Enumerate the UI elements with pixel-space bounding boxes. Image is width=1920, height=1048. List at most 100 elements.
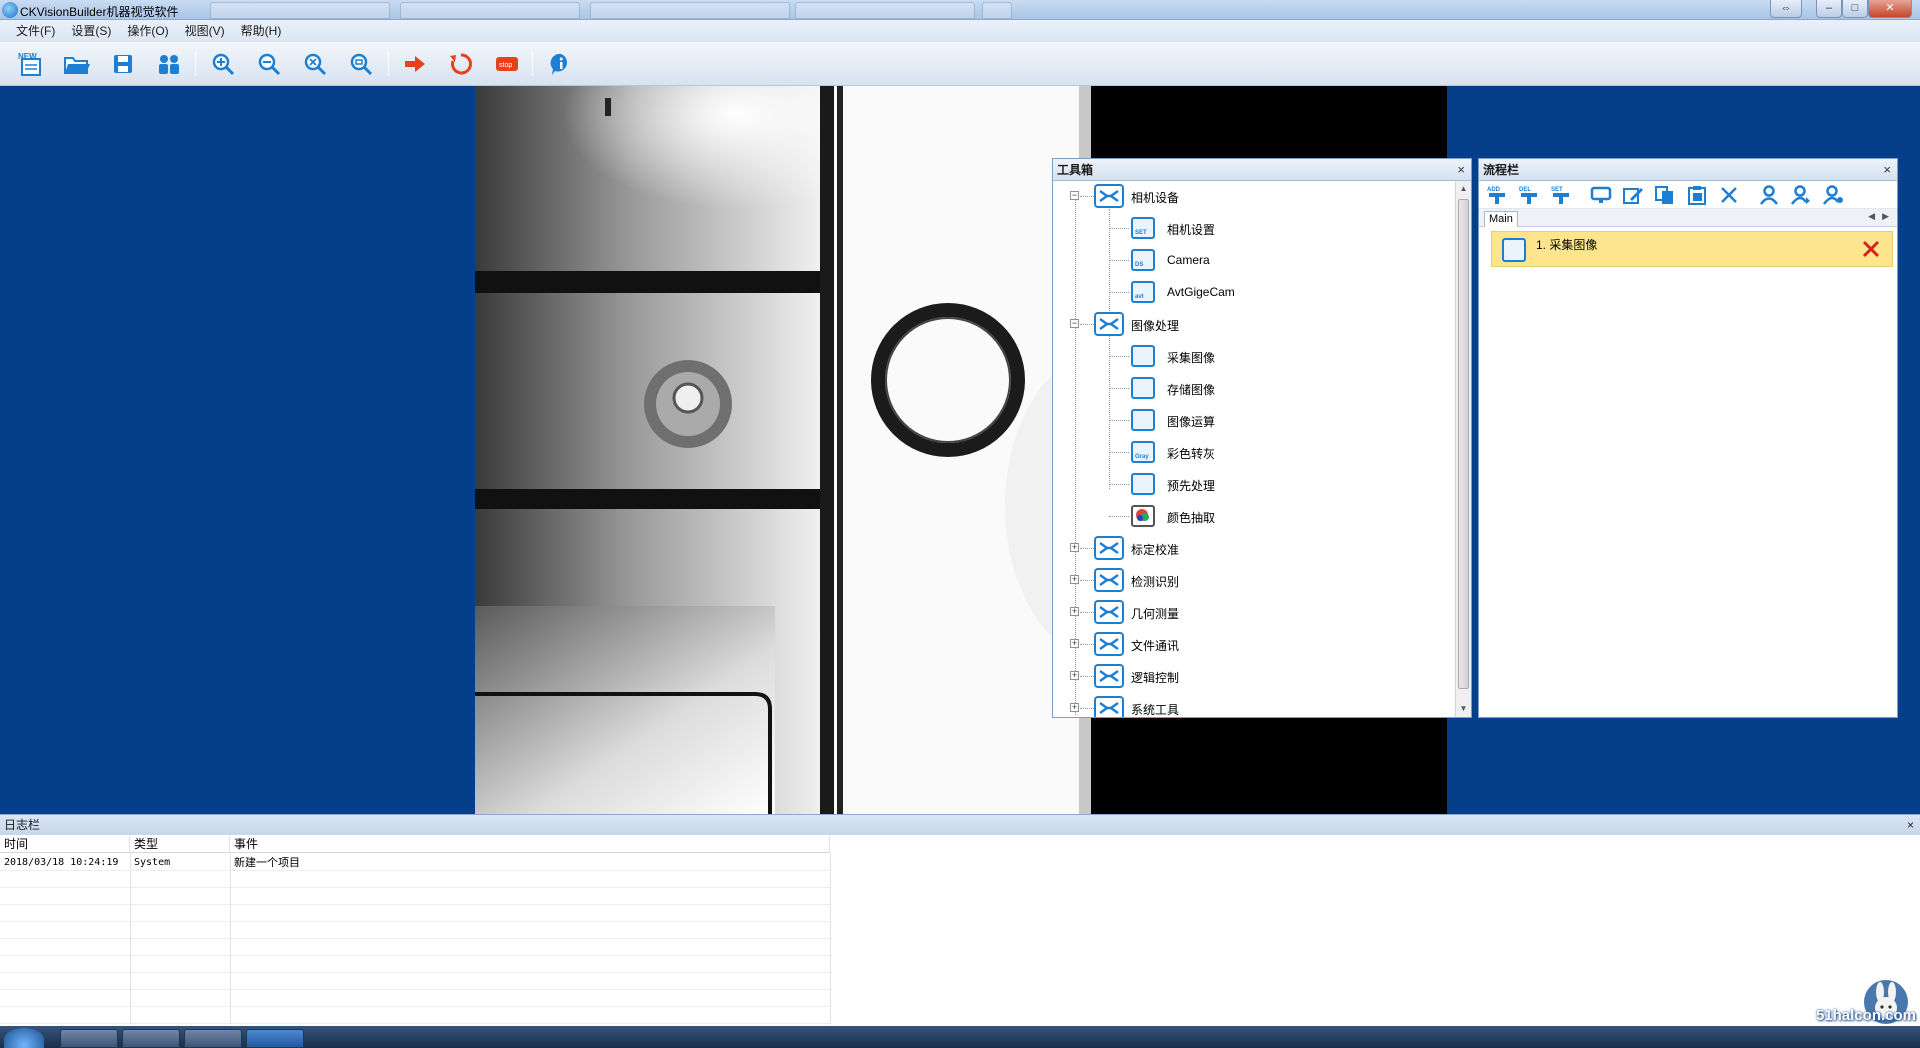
menu-settings[interactable]: 设置(S) <box>63 20 119 42</box>
log-cell-time: 2018/03/18 10:24:19 <box>4 857 119 868</box>
add-step-button[interactable]: ADD <box>1485 185 1509 205</box>
delete-step-button[interactable]: DEL <box>1517 185 1541 205</box>
user-up-icon <box>1790 185 1810 205</box>
toolbox-panel: 工具箱 × − 相机设备 SET 相机设置 DS Camera avt AvtG… <box>1052 158 1472 718</box>
toolbar-separator <box>532 52 533 76</box>
set-step-button[interactable]: SET <box>1549 185 1573 205</box>
os-taskbar <box>0 1026 1920 1048</box>
tab-next-icon[interactable]: ▶ <box>1882 211 1889 222</box>
copy-icon <box>1655 186 1673 204</box>
expand-toggle[interactable]: + <box>1070 639 1079 648</box>
gige-camera-icon: avt <box>1131 281 1155 303</box>
run-loop-button[interactable] <box>446 50 476 78</box>
wrench-toolbox-icon <box>1094 600 1124 624</box>
copy-button[interactable] <box>1653 185 1677 205</box>
user-search-icon <box>1822 185 1843 205</box>
flow-step-item[interactable]: 1. 采集图像 <box>1491 231 1893 267</box>
zoom-out-button[interactable] <box>254 50 284 78</box>
tree-line <box>1109 209 1110 313</box>
background-tab[interactable] <box>210 2 390 19</box>
about-button[interactable] <box>546 50 576 78</box>
flow-title: 流程栏 <box>1483 163 1520 177</box>
collapse-toggle[interactable]: − <box>1070 191 1079 200</box>
paste-button[interactable] <box>1685 185 1709 205</box>
log-table: 时间 类型 事件 2018/03/18 10:24:19 System 新建一个… <box>0 835 1920 1025</box>
users-button[interactable] <box>154 50 184 78</box>
user-button[interactable] <box>1757 185 1781 205</box>
scroll-up-arrow-icon[interactable]: ▲ <box>1456 181 1471 197</box>
cut-button[interactable] <box>1717 185 1741 205</box>
tree-item-label: 存储图像 <box>1167 383 1216 397</box>
tree-category-label: 文件通讯 <box>1131 639 1180 653</box>
tree-item-label: 预先处理 <box>1167 479 1216 493</box>
save-image-icon <box>1131 377 1155 399</box>
log-close-button[interactable]: × <box>1907 815 1914 835</box>
grayscale-icon: Gray <box>1131 441 1155 463</box>
scrollbar-thumb[interactable] <box>1458 199 1469 689</box>
zoom-fit-button[interactable] <box>300 50 330 78</box>
tree-category-label: 图像处理 <box>1131 319 1180 333</box>
resize-icon: ⇔ <box>1780 2 1792 14</box>
collapse-toggle[interactable]: − <box>1070 319 1079 328</box>
scroll-down-arrow-icon[interactable]: ▼ <box>1456 701 1471 717</box>
delete-step-x-icon[interactable] <box>1860 238 1882 260</box>
user-search-button[interactable] <box>1821 185 1845 205</box>
monitor-button[interactable] <box>1589 185 1613 205</box>
camera-settings-icon: SET <box>1131 217 1155 239</box>
log-column-event[interactable]: 事件 <box>230 835 830 853</box>
menu-file[interactable]: 文件(F) <box>0 20 63 42</box>
minimize-button[interactable]: – <box>1816 0 1842 18</box>
background-tab[interactable] <box>795 2 975 19</box>
close-window-button[interactable]: ✕ <box>1868 0 1912 18</box>
restore-size-button[interactable]: ⇔ <box>1770 0 1802 18</box>
menu-operate[interactable]: 操作(O) <box>119 20 176 42</box>
stop-button[interactable]: stop <box>492 50 522 78</box>
wrench-toolbox-icon <box>1094 536 1124 560</box>
toolbox-close-button[interactable]: × <box>1457 159 1465 181</box>
tab-prev-icon[interactable]: ◀ <box>1868 211 1875 222</box>
table-row[interactable] <box>0 854 830 871</box>
loop-icon <box>450 53 472 75</box>
expand-toggle[interactable]: + <box>1070 671 1079 680</box>
svg-text:DEL: DEL <box>1519 187 1531 193</box>
zoom-actual-button[interactable] <box>346 50 376 78</box>
zoom-in-button[interactable] <box>208 50 238 78</box>
open-button[interactable] <box>62 50 92 78</box>
tree-item-label: 彩色转灰 <box>1167 447 1216 461</box>
maximize-button[interactable]: □ <box>1842 0 1868 18</box>
background-tab[interactable] <box>590 2 790 19</box>
expand-toggle[interactable]: + <box>1070 607 1079 616</box>
tab-main[interactable]: Main <box>1484 211 1518 227</box>
log-column-type[interactable]: 类型 <box>130 835 230 853</box>
expand-toggle[interactable]: + <box>1070 575 1079 584</box>
toolbox-scrollbar[interactable]: ▲ ▼ <box>1455 181 1471 717</box>
menu-help[interactable]: 帮助(H) <box>233 20 290 42</box>
menu-view[interactable]: 视图(V) <box>177 20 233 42</box>
user-icon <box>1759 185 1779 205</box>
taskbar-app[interactable] <box>60 1029 118 1048</box>
run-once-button[interactable] <box>400 50 430 78</box>
monitor-icon <box>1590 186 1612 203</box>
tree-item-label: AvtGigeCam <box>1167 285 1235 299</box>
app-icon <box>2 2 18 18</box>
edit-button[interactable] <box>1621 185 1645 205</box>
taskbar-app[interactable] <box>184 1029 242 1048</box>
background-tab[interactable] <box>400 2 580 19</box>
taskbar-app[interactable] <box>122 1029 180 1048</box>
window-title: CKVisionBuilder机器视觉软件 <box>20 5 179 19</box>
expand-toggle[interactable]: + <box>1070 543 1079 552</box>
expand-toggle[interactable]: + <box>1070 703 1079 712</box>
wrench-toolbox-icon <box>1094 664 1124 688</box>
flow-step-label: 1. 采集图像 <box>1536 238 1598 252</box>
user-up-button[interactable] <box>1789 185 1813 205</box>
save-button[interactable] <box>108 50 138 78</box>
acquire-image-icon <box>1502 238 1526 262</box>
taskbar-app-active[interactable] <box>246 1029 304 1048</box>
background-tab[interactable] <box>982 2 1012 19</box>
log-column-time[interactable]: 时间 <box>0 835 130 853</box>
tree-item-label: 采集图像 <box>1167 351 1216 365</box>
main-toolbar: NEW stop <box>0 42 1920 86</box>
start-button[interactable] <box>4 1028 44 1048</box>
flow-close-button[interactable]: × <box>1883 159 1891 181</box>
new-button[interactable]: NEW <box>15 50 45 78</box>
